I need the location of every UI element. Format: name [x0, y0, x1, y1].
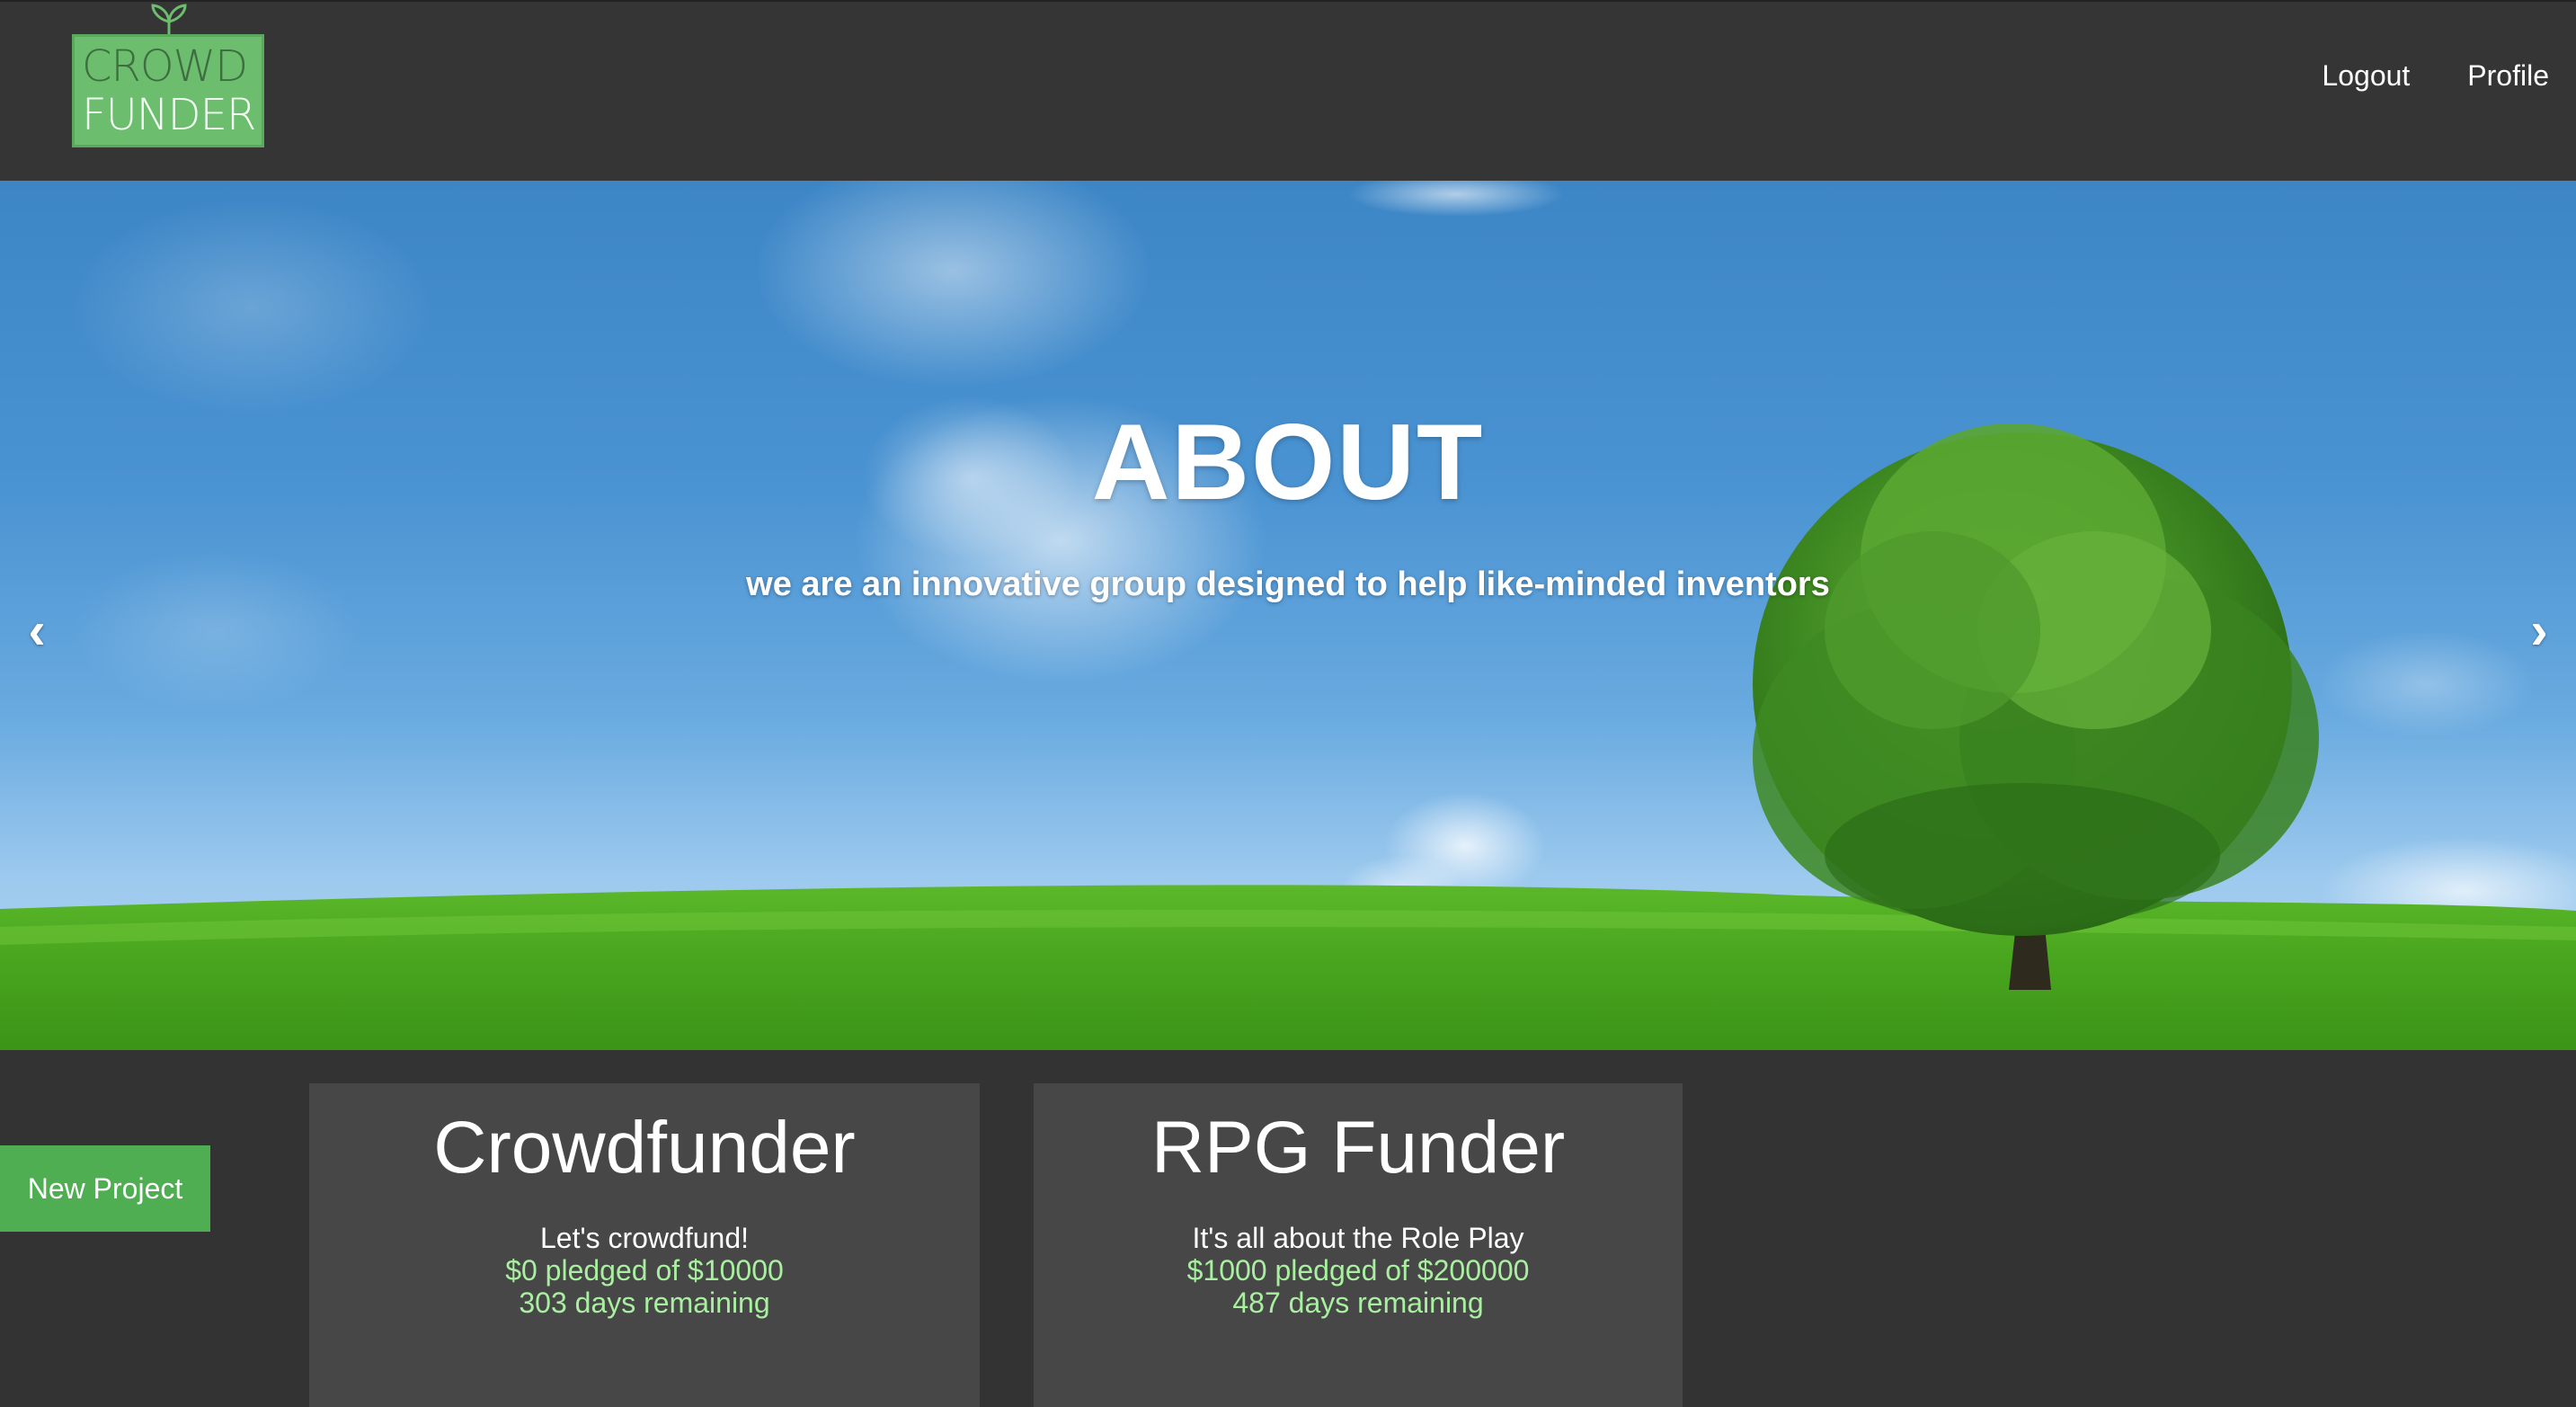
carousel-prev-icon[interactable]: ‹	[5, 594, 68, 666]
project-description: It's all about the Role Play	[1192, 1222, 1524, 1254]
hero-background-image	[0, 181, 2576, 1050]
nav-links: Logout Profile	[2322, 59, 2549, 93]
project-days-remaining: 487 days remaining	[1232, 1287, 1484, 1319]
carousel-next-icon[interactable]: ›	[2508, 594, 2571, 666]
hero-subtitle: we are an innovative group designed to h…	[746, 565, 1830, 603]
profile-link[interactable]: Profile	[2467, 59, 2549, 93]
hero-title: ABOUT	[1091, 402, 1485, 522]
projects-section: New Project Crowdfunder Let's crowdfund!…	[0, 1050, 2576, 1407]
project-card[interactable]: Crowdfunder Let's crowdfund! $0 pledged …	[309, 1083, 980, 1407]
new-project-button[interactable]: New Project	[0, 1145, 210, 1232]
logo-text-funder: FUNDER	[82, 90, 256, 140]
project-title: Crowdfunder	[433, 1107, 856, 1189]
project-pledged: $1000 pledged of $200000	[1186, 1254, 1530, 1287]
crowdfunder-logo[interactable]: CROWD FUNDER	[72, 34, 264, 147]
sprout-icon	[151, 4, 187, 36]
project-description: Let's crowdfund!	[539, 1222, 749, 1254]
project-days-remaining: 303 days remaining	[519, 1287, 770, 1319]
logo-text-crowd: CROWD	[82, 41, 248, 92]
top-navbar: CROWD FUNDER Logout Profile	[0, 0, 2576, 181]
hero-carousel: ABOUT we are an innovative group designe…	[0, 181, 2576, 1050]
project-title: RPG Funder	[1150, 1107, 1566, 1189]
project-card[interactable]: RPG Funder It's all about the Role Play …	[1034, 1083, 1683, 1407]
project-pledged: $0 pledged of $10000	[505, 1254, 784, 1287]
logout-link[interactable]: Logout	[2322, 59, 2410, 93]
